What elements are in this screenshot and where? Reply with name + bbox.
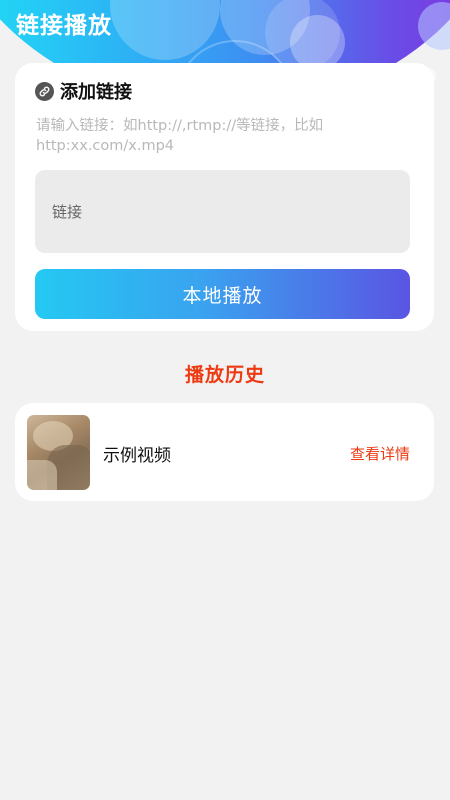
history-item[interactable]: 示例视频 查看详情	[15, 403, 434, 501]
add-link-header: 添加链接	[35, 78, 132, 104]
view-details-link[interactable]: 查看详情	[350, 443, 410, 464]
history-title: 播放历史	[184, 364, 265, 386]
link-input[interactable]	[35, 170, 410, 253]
video-name: 示例视频	[103, 446, 171, 466]
video-thumbnail	[27, 415, 90, 490]
add-link-card: 添加链接 请输入链接：如http://,rtmp://等链接，比如http:xx…	[15, 63, 434, 331]
add-link-title: 添加链接	[60, 82, 132, 103]
link-hint-text: 请输入链接：如http://,rtmp://等链接，比如http:xx.com/…	[36, 118, 324, 154]
local-play-button[interactable]: 本地播放	[35, 269, 410, 319]
page-title: 链接播放	[16, 13, 112, 39]
link-icon	[35, 81, 54, 101]
